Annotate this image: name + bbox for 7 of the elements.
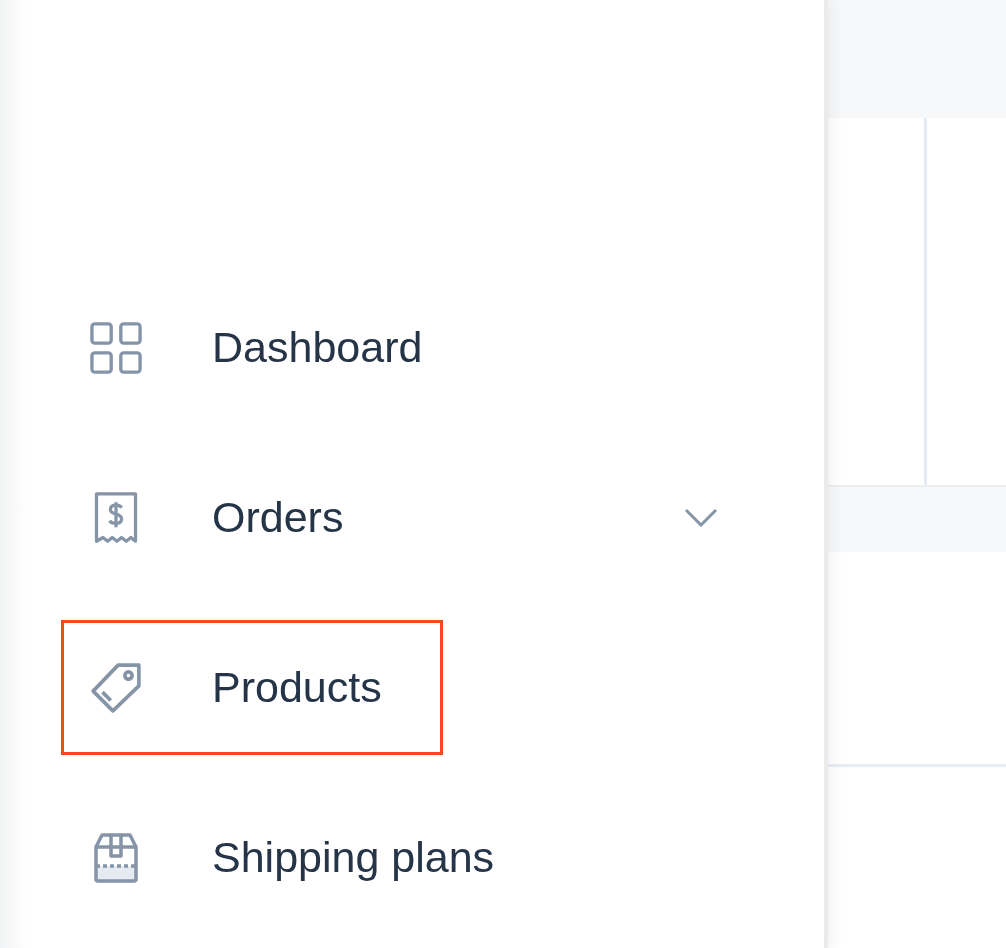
chevron-down-icon[interactable] bbox=[684, 508, 718, 527]
sidebar-item[interactable]: Dashboard bbox=[61, 280, 484, 415]
sidebar-item[interactable]: Shipping plans bbox=[61, 790, 556, 925]
sidebar-item[interactable]: Products bbox=[61, 620, 443, 755]
sidebar-item[interactable]: Orders bbox=[61, 450, 405, 585]
tag-icon bbox=[90, 661, 142, 714]
grid-icon bbox=[90, 321, 142, 374]
